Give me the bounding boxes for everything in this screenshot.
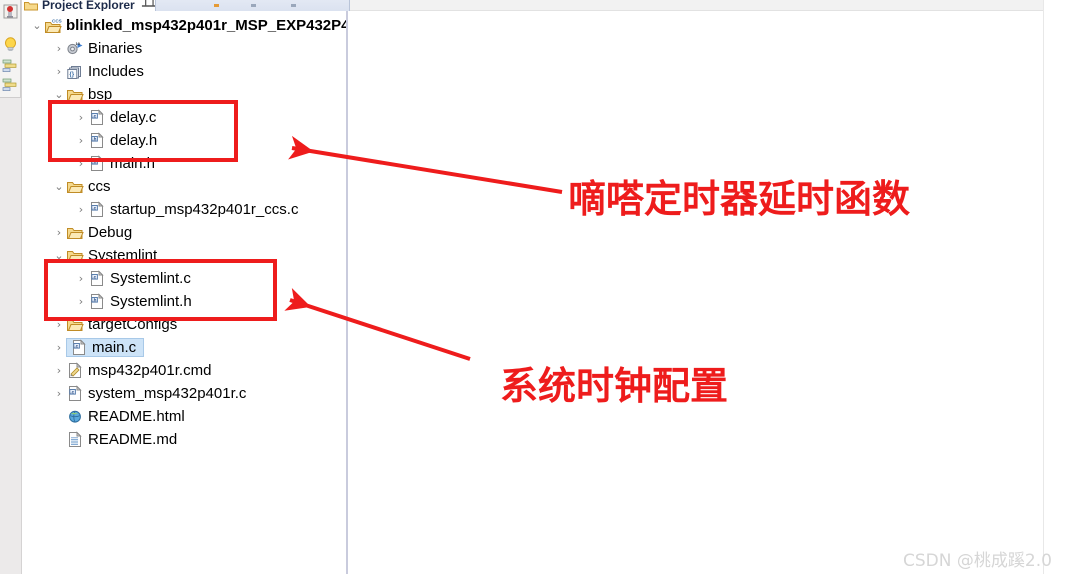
tree-item-system-msp432p401r-c[interactable]: › .c system_msp432p401r.c [52, 382, 250, 405]
svg-text:.c: .c [70, 389, 74, 394]
tree-item-label: Includes [88, 63, 144, 80]
chevron-down-icon[interactable]: ⌄ [52, 180, 66, 193]
tree-item-debug[interactable]: › Debug [52, 221, 136, 244]
cmd-file-icon [66, 362, 84, 379]
md-file-icon [66, 431, 84, 448]
outline-list-icon[interactable] [2, 58, 19, 75]
screenshot-root: Project Explorer ⟂⟂ ⌄ CCS blinkled_msp432p… [0, 0, 1065, 574]
binaries-icon: 10 [66, 40, 84, 57]
tree-item-main-c[interactable]: › .c main.c [52, 336, 145, 359]
html-file-icon [66, 408, 84, 425]
chevron-down-icon[interactable]: ⌄ [30, 19, 44, 32]
ccs-project-icon: CCS [44, 17, 62, 34]
tree-item-readme-html[interactable]: README.html [52, 405, 189, 428]
svg-text:.c: .c [92, 205, 96, 210]
tree-item-label: system_msp432p401r.c [88, 385, 247, 402]
editor-pane [350, 0, 1065, 574]
svg-text:CCS: CCS [52, 18, 62, 23]
chevron-right-icon[interactable]: › [52, 341, 66, 354]
tab-dot-3 [291, 4, 296, 7]
tree-item-startup-msp432p401r-ccs-c[interactable]: › .c startup_msp432p401r_ccs.c [74, 198, 302, 221]
c-file-icon: .c [88, 201, 106, 218]
editor-pane-header [350, 0, 1065, 11]
tree-item-label: msp432p401r.cmd [88, 362, 212, 379]
highlight-box-systemlint-files [44, 259, 277, 321]
highlight-box-delay-files [48, 100, 238, 162]
svg-text:.c: .c [74, 343, 78, 348]
left-icon-rail [0, 0, 22, 574]
chevron-right-icon[interactable]: › [52, 226, 66, 239]
tab-dot-2 [251, 4, 256, 7]
c-file-icon: .c [66, 385, 84, 402]
folder-open-icon [66, 178, 84, 195]
tree-item-label: startup_msp432p401r_ccs.c [110, 201, 299, 218]
includes-icon: {} [66, 63, 84, 80]
tree-item-msp432p401r-cmd[interactable]: › msp432p401r.cmd [52, 359, 215, 382]
lightbulb-hint-icon[interactable] [2, 36, 19, 53]
tree-item-label: Binaries [88, 40, 143, 57]
c-file-icon: .c [70, 339, 88, 356]
tab-inactive-placeholder[interactable] [155, 0, 350, 11]
callout-label-delay: 嘀嗒定时器延时函数 [568, 177, 911, 221]
chevron-right-icon[interactable]: › [74, 203, 88, 216]
outline-list-icon-2[interactable] [2, 78, 19, 95]
tree-item-label: ccs [88, 178, 111, 195]
callout-label-systemlint: 系统时钟配置 [500, 364, 729, 408]
tree-item-includes[interactable]: ›{} Includes [52, 60, 148, 83]
folder-icon [24, 0, 38, 11]
view-tab-strip: Project Explorer ⟂⟂ [22, 0, 350, 11]
folder-open-icon [66, 224, 84, 241]
tree-item-label: README.html [88, 408, 185, 425]
tab-project-explorer[interactable]: Project Explorer ⟂⟂ [22, 0, 157, 11]
tab-label: Project Explorer [42, 0, 135, 11]
tree-item-label: main.c [92, 339, 137, 356]
chevron-right-icon[interactable]: › [52, 65, 66, 78]
chevron-right-icon[interactable]: › [52, 387, 66, 400]
debug-perspective-icon[interactable] [2, 3, 19, 20]
csdn-watermark: CSDN @桃成蹊2.0 [903, 551, 1052, 571]
tree-item-blinkled-msp432p401r-msp-exp432p401r-nortos-ccs[interactable]: ⌄ CCS blinkled_msp432p401r_MSP_EXP432P401R… [30, 14, 346, 37]
tree-item-label: blinkled_msp432p401r_MSP_EXP432P401R_nor… [66, 17, 346, 34]
editor-right-margin [1043, 0, 1065, 574]
svg-text:{}: {} [69, 72, 74, 78]
tab-dot-1 [214, 4, 219, 7]
chevron-right-icon[interactable]: › [52, 364, 66, 377]
tree-item-binaries[interactable]: › 10 Binaries [52, 37, 146, 60]
tree-item-ccs[interactable]: ⌄ ccs [52, 175, 115, 198]
svg-text:10: 10 [76, 41, 81, 46]
tree-item-label: README.md [88, 431, 178, 448]
chevron-right-icon[interactable]: › [52, 42, 66, 55]
tree-item-readme-md[interactable]: README.md [52, 428, 181, 451]
tree-item-label: Debug [88, 224, 133, 241]
